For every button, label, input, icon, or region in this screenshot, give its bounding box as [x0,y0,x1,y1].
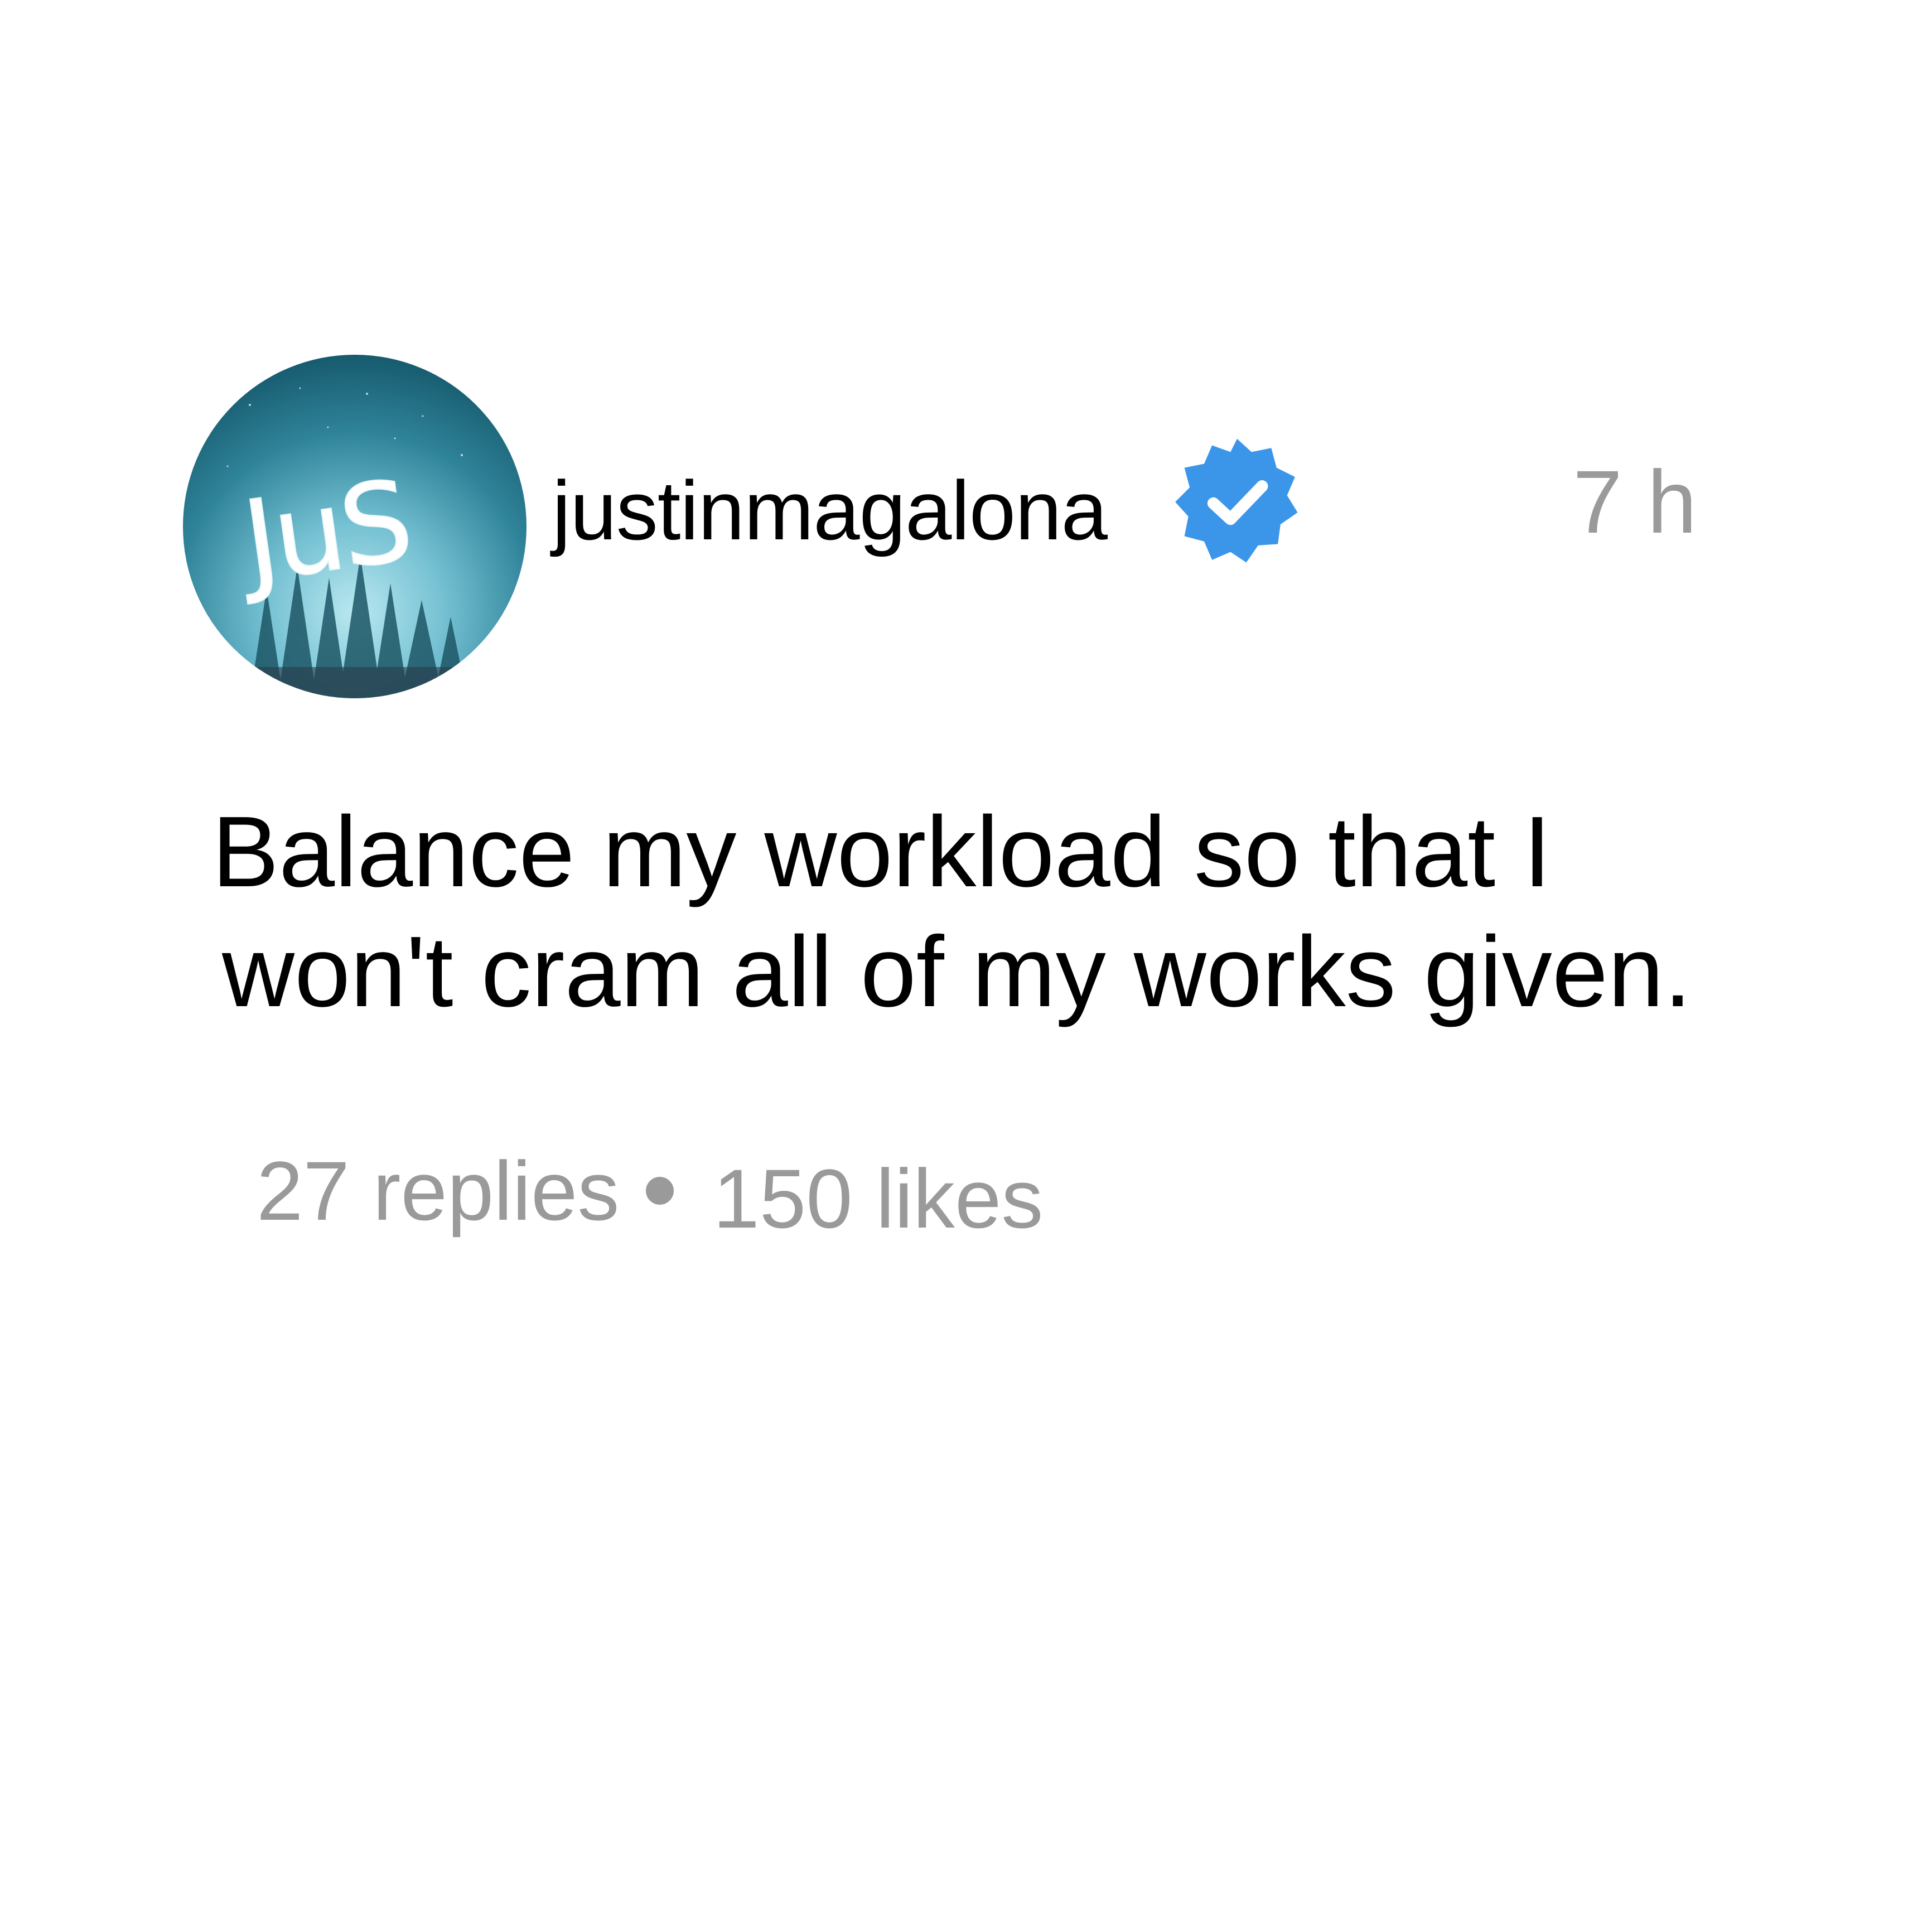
replies-count[interactable]: 27 replies [257,1149,619,1233]
post-body: Balance my workload so that I won't cram… [212,792,1829,1032]
forest-night-avatar-icon: JuS [183,355,527,698]
post-body-line: Balance my workload so that I [212,796,1552,908]
thread-post: JuS justinmagalona 7 h Balance my worklo… [0,0,1932,1932]
verified-badge-icon [1171,436,1303,568]
username[interactable]: justinmagalona [552,468,1108,552]
post-stats: 27 replies 150 likes [257,1149,1043,1240]
post-body-line: won't cram all of my works given. [222,916,1692,1028]
profile-avatar[interactable]: JuS [183,355,527,698]
likes-count[interactable]: 150 likes [713,1157,1043,1240]
separator-dot [646,1177,674,1205]
avatar-initials: JuS [230,456,417,608]
post-timestamp: 7 h [1573,452,1697,552]
